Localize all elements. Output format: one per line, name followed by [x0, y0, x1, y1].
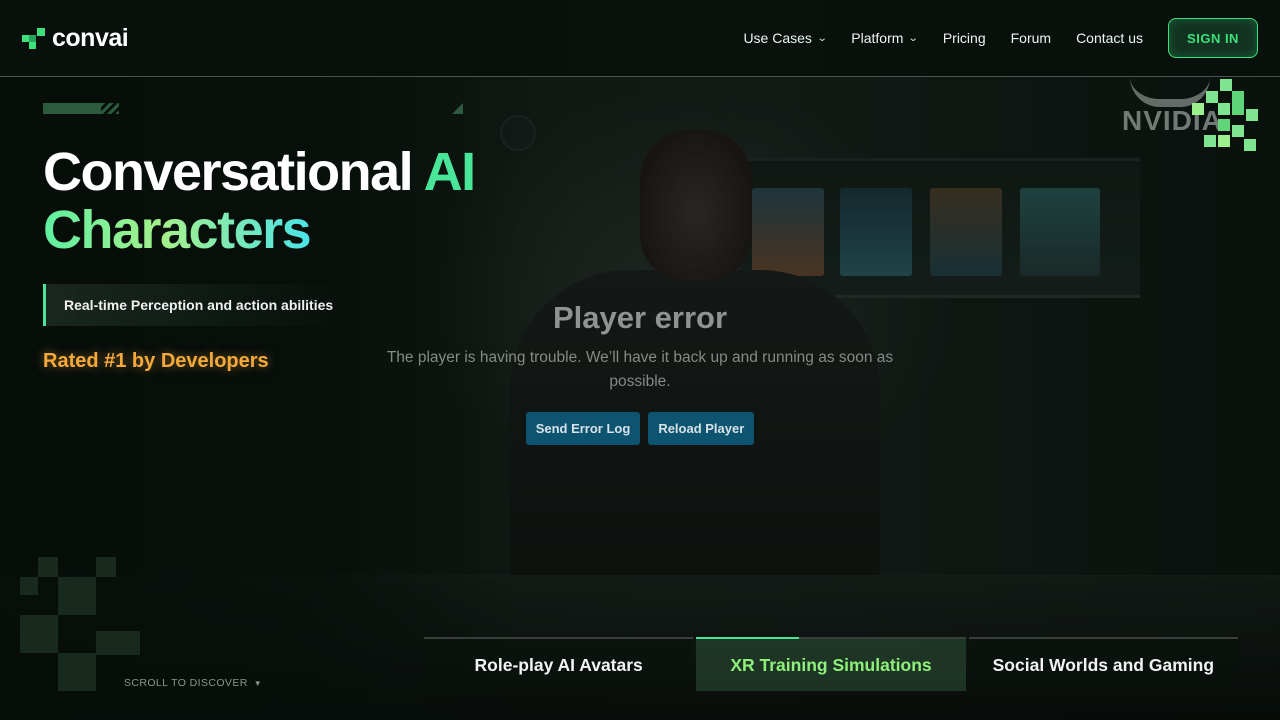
nav-pricing[interactable]: Pricing [943, 30, 986, 46]
nav-forum[interactable]: Forum [1011, 30, 1051, 46]
nav-label: Forum [1010, 30, 1052, 46]
use-case-tabs: Role-play AI Avatars XR Training Simulat… [424, 637, 1238, 691]
nav-contact-us[interactable]: Contact us [1076, 30, 1143, 46]
tab-label: Role-play AI Avatars [474, 654, 643, 675]
tab-label: XR Training Simulations [730, 654, 932, 675]
feature-highlight: Real-time Perception and action abilitie… [43, 284, 343, 326]
brand-logo[interactable]: convai [22, 23, 129, 53]
convai-logo-icon [22, 27, 46, 49]
nav-label: Platform [851, 30, 904, 46]
tab-label: Social Worlds and Gaming [992, 654, 1215, 675]
site-header: convai Use Cases ⌄ Platform ⌄ Pricing Fo… [0, 0, 1280, 77]
player-error-title: Player error [552, 300, 728, 335]
hero-title-accent: AI [423, 142, 477, 202]
nav-label: Contact us [1076, 30, 1143, 46]
player-error-panel: Player error The player is having troubl… [380, 300, 900, 445]
tab-xr-training-simulations[interactable]: XR Training Simulations [696, 637, 966, 691]
pixel-pattern-decor [20, 557, 142, 693]
nav-use-cases[interactable]: Use Cases ⌄ [743, 30, 828, 46]
nav-platform[interactable]: Platform ⌄ [851, 30, 920, 46]
brand-name: convai [52, 23, 129, 52]
player-error-actions: Send Error Log Reload Player [380, 412, 900, 445]
hero-title-plain: Conversational [43, 142, 424, 202]
nav-label: Pricing [942, 30, 986, 46]
sign-in-button[interactable]: SIGN IN [1168, 18, 1258, 58]
main-nav: Use Cases ⌄ Platform ⌄ Pricing Forum Con… [718, 18, 1258, 58]
tab-role-play-ai-avatars[interactable]: Role-play AI Avatars [424, 637, 694, 691]
nav-label: Use Cases [743, 30, 812, 46]
arrow-down-icon: ▼ [253, 678, 263, 688]
send-error-log-button[interactable]: Send Error Log [525, 412, 641, 445]
reload-player-button[interactable]: Reload Player [648, 412, 755, 445]
hero-title: Conversational AI Characters [43, 143, 523, 259]
chevron-down-icon: ⌄ [816, 32, 828, 44]
chevron-down-icon: ⌄ [908, 32, 920, 44]
tab-progress-bar [696, 637, 799, 639]
tab-social-worlds-and-gaming[interactable]: Social Worlds and Gaming [968, 637, 1238, 691]
scroll-label: SCROLL TO DISCOVER [124, 677, 248, 689]
player-error-message: The player is having trouble. We’ll have… [386, 349, 894, 390]
scroll-to-discover[interactable]: SCROLL TO DISCOVER ▼ [124, 677, 262, 689]
convai-pixel-logo-icon [1192, 79, 1258, 155]
hero-title-gradient: Characters [43, 200, 312, 260]
hero-decor-bar [43, 103, 463, 115]
rated-badge: Rated #1 by Developers [43, 350, 269, 372]
